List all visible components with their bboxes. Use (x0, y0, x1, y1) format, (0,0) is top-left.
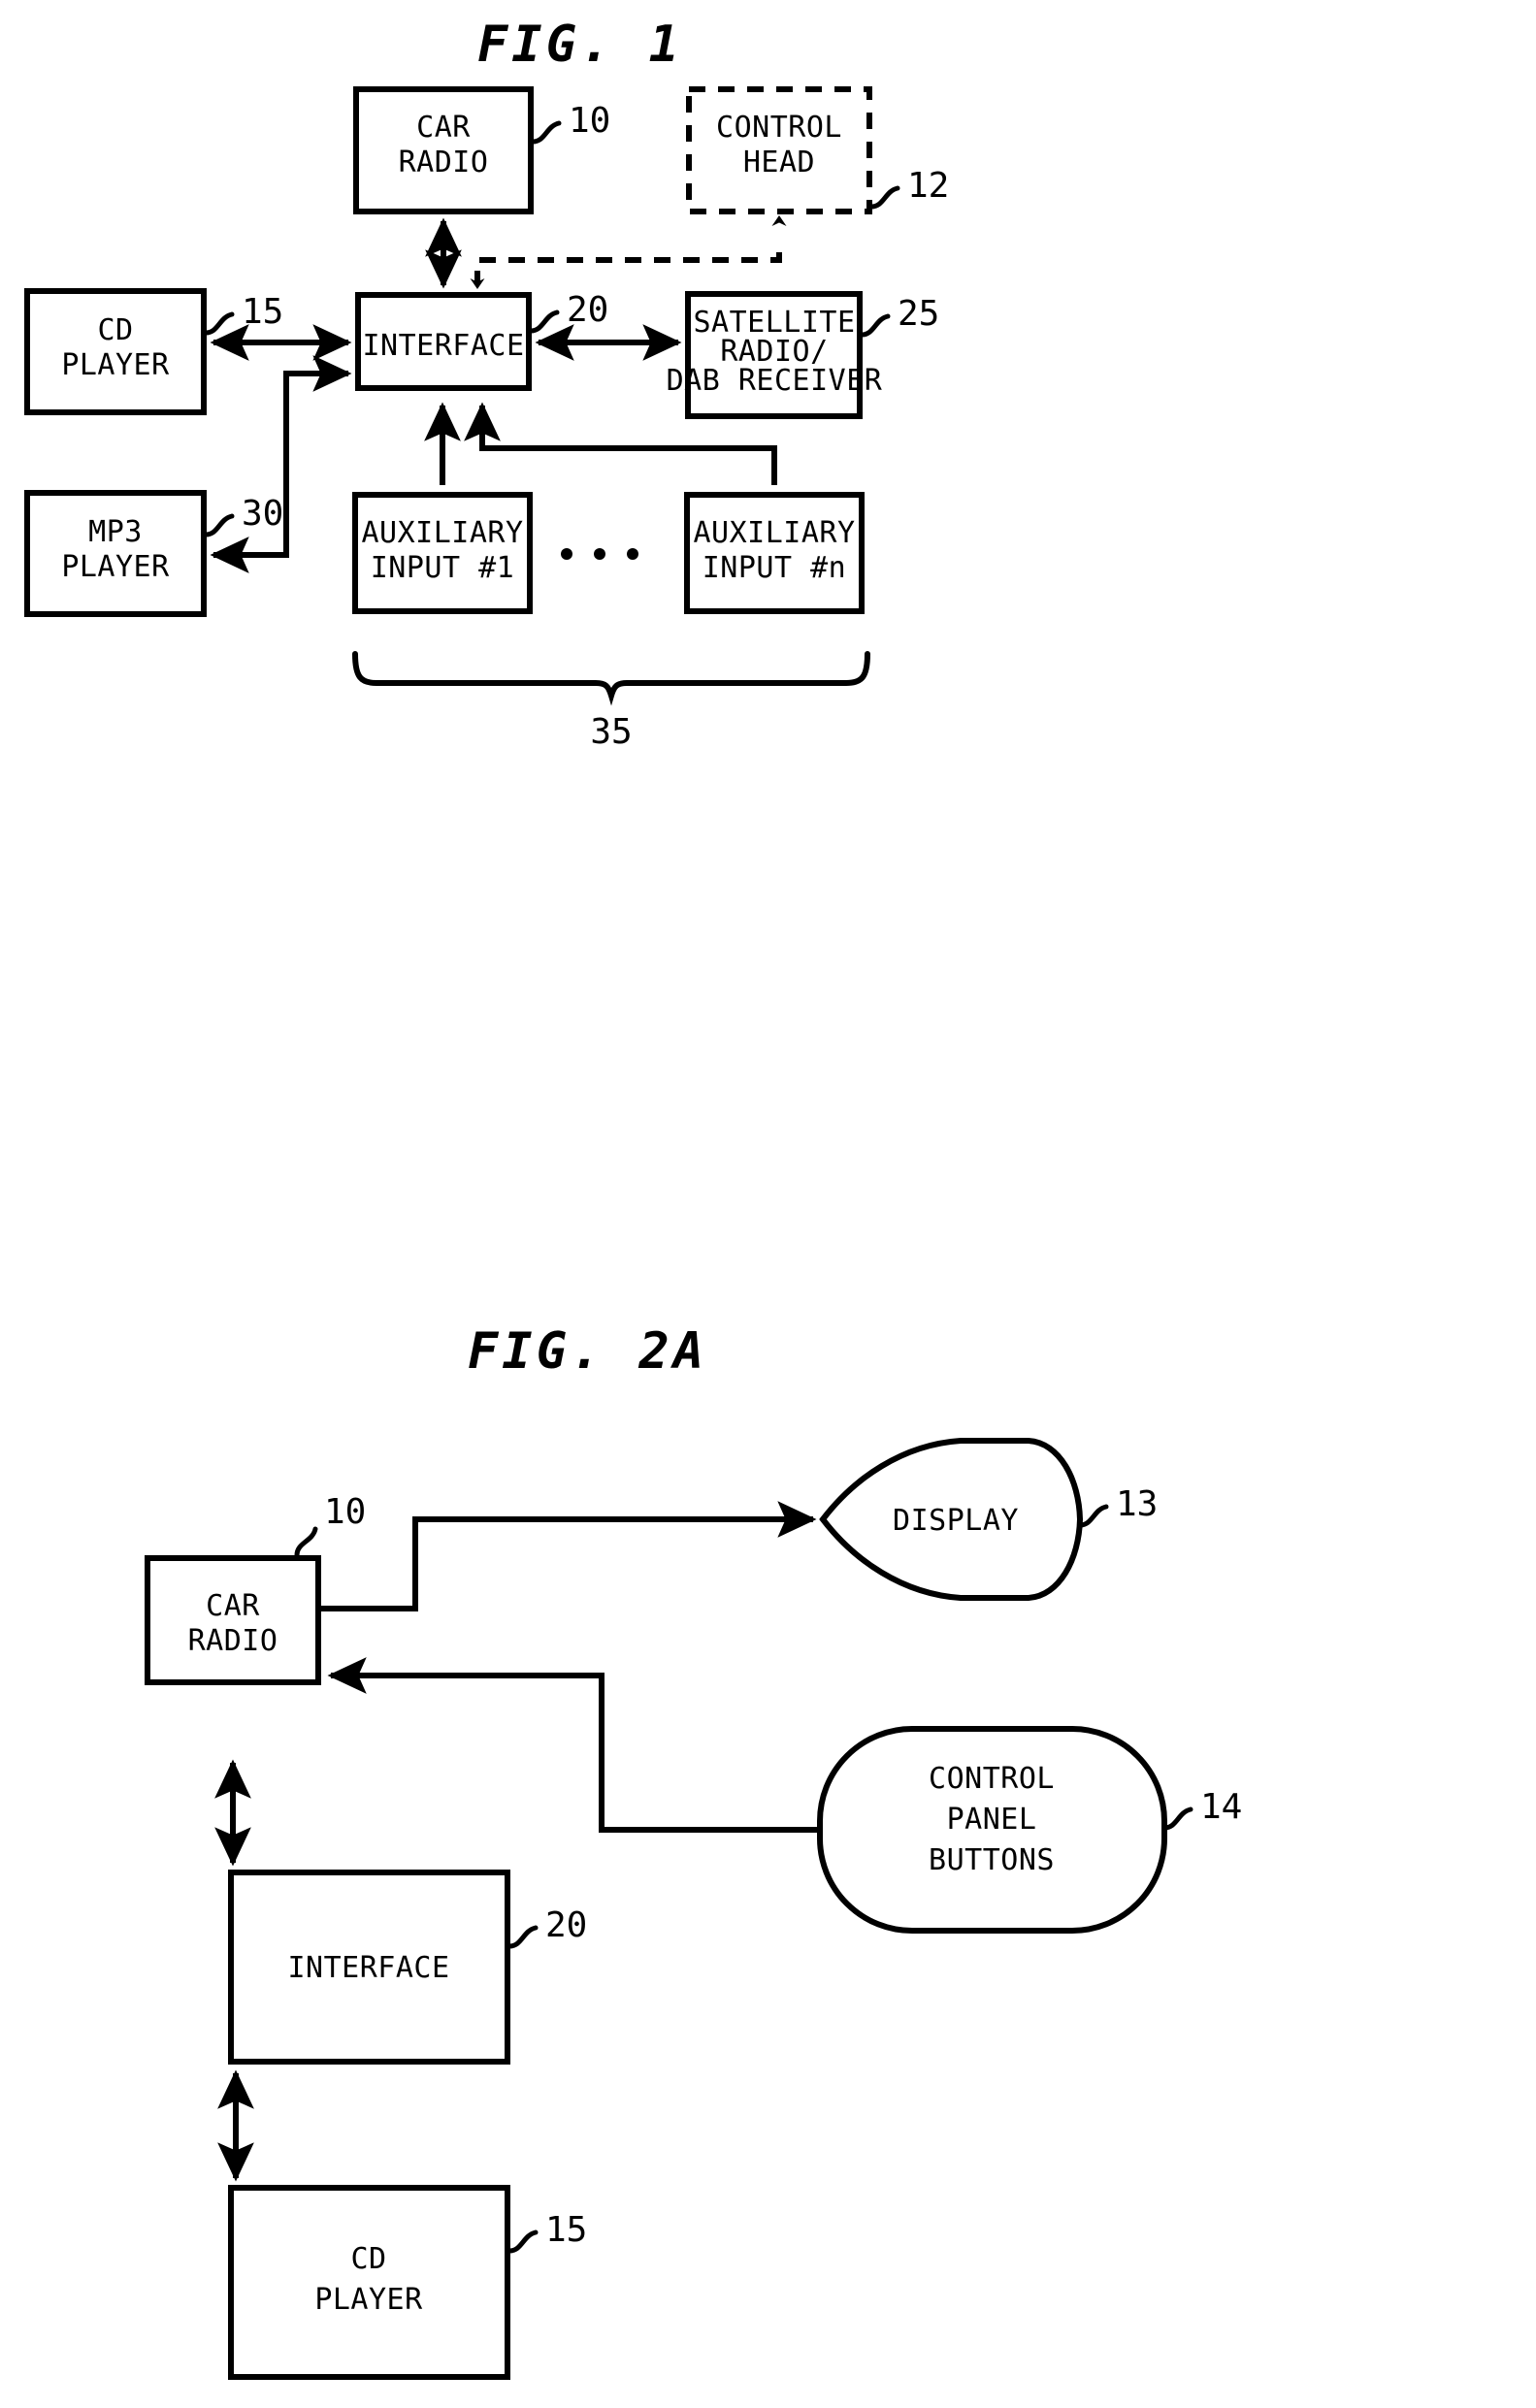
fig1-mp3-line2: PLAYER (61, 550, 170, 584)
fig1-satellite-leader (859, 313, 891, 338)
fig2a-link-buttons-carradio (327, 1657, 820, 1833)
fig2a-block-interface: INTERFACE 20 (228, 1870, 587, 2065)
fig2a-display-leader (1077, 1504, 1109, 1528)
fig2a-interface-line1: INTERFACE (287, 1951, 449, 1985)
fig2a-cd-player-leader (507, 2229, 539, 2254)
fig1-control-head-line1: CONTROL (716, 111, 842, 145)
fig1-brace-path (352, 651, 870, 706)
fig1-interface-ref: 20 (567, 290, 608, 330)
fig1-ellipsis-dot-1 (561, 548, 572, 560)
fig1-auxn-line2: INPUT #n (703, 551, 847, 585)
fig1-brace-ref: 35 (590, 712, 632, 752)
fig2a-car-radio-line1: CAR (206, 1589, 260, 1623)
fig1-aux1-line1: AUXILIARY (361, 516, 523, 550)
fig1-cd-player-leader (203, 311, 235, 336)
fig1-car-radio-line1: CAR (416, 111, 471, 145)
fig1-cd-player-line1: CD (97, 313, 133, 347)
fig2a-title: FIG. 2A (468, 1322, 707, 1381)
figure-2a: FIG. 2A CAR RADIO 10 DISPLAY 13 CONTROL … (145, 1322, 1242, 2380)
fig2a-interface-leader (507, 1925, 539, 1949)
fig1-block-car-radio: CAR RADIO 10 (353, 86, 610, 214)
fig2a-display-line1: DISPLAY (893, 1504, 1019, 1538)
fig1-ellipsis (561, 548, 638, 560)
figure-1: FIG. 1 CAR RADIO 10 CONTROL HEAD 12 CD P… (24, 16, 949, 752)
fig1-block-aux-input-last: AUXILIARY INPUT #n (684, 492, 865, 614)
fig1-satellite-line3: DAB RECEIVER (667, 364, 883, 398)
fig2a-interface-ref: 20 (545, 1905, 587, 1945)
fig2a-link-carradio-display (321, 1501, 817, 1611)
fig2a-cd-player-ref: 15 (545, 2210, 587, 2250)
fig1-auxn-line1: AUXILIARY (693, 516, 855, 550)
fig1-satellite-ref: 25 (898, 294, 939, 334)
fig2a-car-radio-ref: 10 (324, 1492, 366, 1532)
fig1-car-radio-leader (530, 120, 562, 145)
fig1-ellipsis-dot-3 (627, 548, 638, 560)
fig2a-car-radio-leader (294, 1526, 318, 1558)
fig1-title: FIG. 1 (477, 16, 683, 74)
fig1-link-controlhead-interface (474, 252, 782, 285)
fig2a-cd-player-line1: CD (350, 2242, 386, 2276)
fig1-block-control-head: CONTROL HEAD 12 (686, 86, 949, 214)
fig2a-buttons-line3: BUTTONS (929, 1843, 1055, 1877)
fig1-interface-line1: INTERFACE (362, 329, 524, 363)
fig1-car-radio-line2: RADIO (399, 146, 489, 179)
fig2a-buttons-leader (1161, 1806, 1193, 1831)
fig2a-car-radio-line2: RADIO (188, 1624, 278, 1658)
fig1-arrow-into-control-head (771, 215, 787, 226)
fig1-cd-player-ref: 15 (242, 292, 283, 332)
fig1-interface-leader (528, 309, 560, 334)
fig1-control-head-leader (868, 185, 900, 210)
fig1-mp3-line1: MP3 (88, 515, 143, 549)
patent-figure-sheet: FIG. 1 CAR RADIO 10 CONTROL HEAD 12 CD P… (0, 0, 1536, 2408)
fig1-aux1-line2: INPUT #1 (371, 551, 515, 585)
fig2a-buttons-line1: CONTROL (929, 1762, 1055, 1796)
fig1-ellipsis-dot-2 (594, 548, 605, 560)
fig1-control-head-ref: 12 (907, 166, 949, 206)
fig1-block-satellite-receiver: SATELLITE RADIO/ DAB RECEIVER 25 (667, 291, 939, 419)
fig2a-block-control-panel-buttons: CONTROL PANEL BUTTONS 14 (817, 1726, 1242, 1934)
figures-canvas: FIG. 1 CAR RADIO 10 CONTROL HEAD 12 CD P… (24, 16, 1242, 2380)
fig2a-cd-player-line2: PLAYER (314, 2283, 423, 2317)
fig1-aux-group-brace: 35 (352, 651, 870, 752)
fig2a-buttons-ref: 14 (1200, 1787, 1242, 1827)
fig2a-block-display: DISPLAY 13 (819, 1438, 1158, 1601)
fig2a-display-ref: 13 (1116, 1484, 1158, 1524)
fig1-block-interface: INTERFACE 20 (355, 290, 608, 391)
fig2a-buttons-line2: PANEL (947, 1803, 1037, 1837)
fig2a-block-cd-player: CD PLAYER 15 (228, 2185, 587, 2380)
fig1-car-radio-ref: 10 (569, 101, 610, 141)
fig2a-block-car-radio: CAR RADIO 10 (145, 1492, 366, 1685)
fig1-mp3-ref: 30 (242, 494, 283, 534)
fig1-mp3-leader (203, 513, 235, 537)
fig1-block-cd-player: CD PLAYER 15 (24, 288, 283, 415)
fig1-control-head-line2: HEAD (743, 146, 815, 179)
fig1-cd-player-line2: PLAYER (61, 348, 170, 382)
fig1-block-aux-input-first: AUXILIARY INPUT #1 (352, 492, 533, 614)
